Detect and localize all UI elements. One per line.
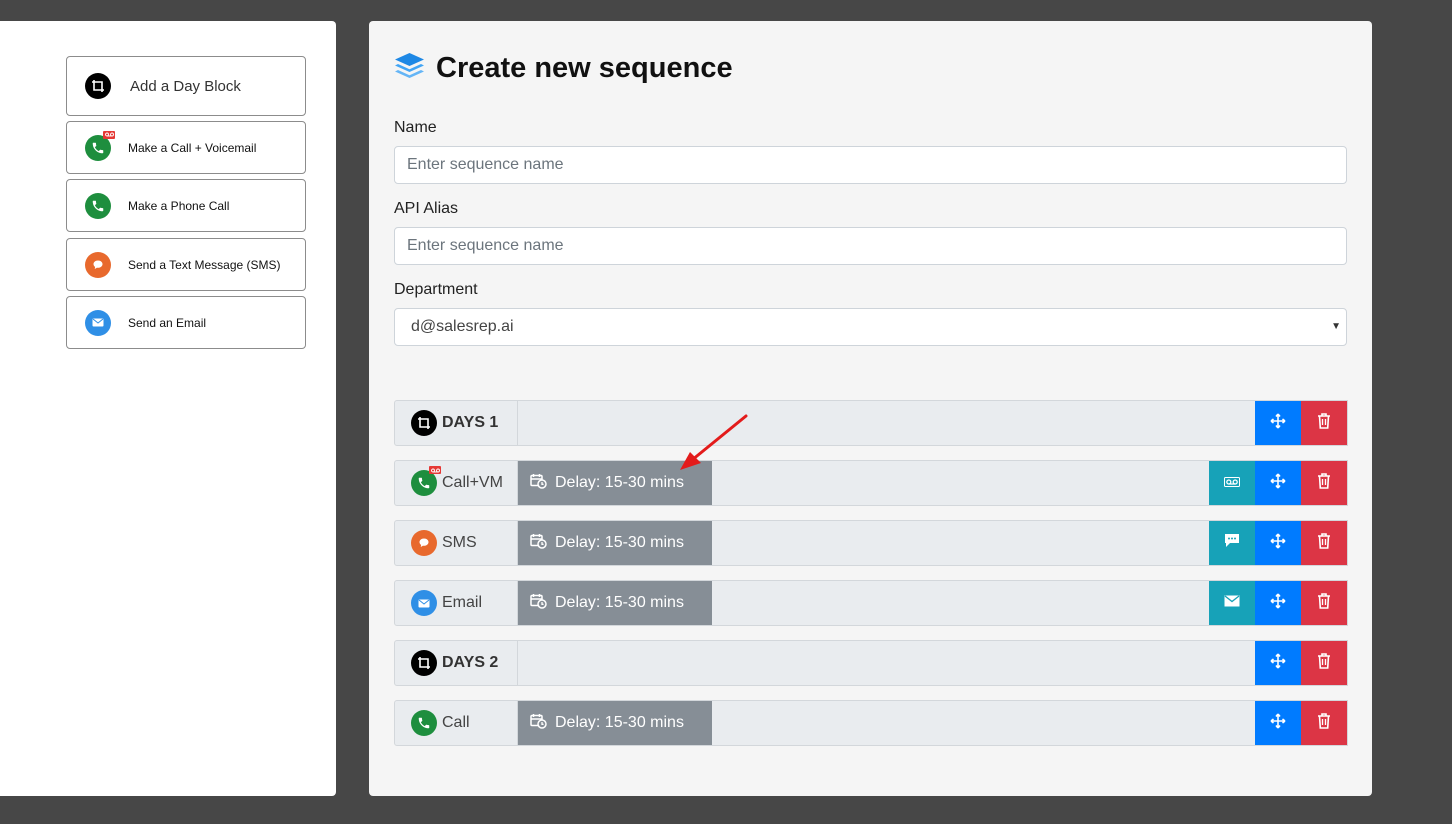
department-selected-value: d@salesrep.ai (411, 318, 514, 335)
delete-button[interactable] (1301, 521, 1347, 565)
row-header: Email (395, 581, 518, 625)
delay-text: Delay: 15-30 mins (555, 714, 684, 731)
trash-icon (1317, 412, 1331, 434)
make-phone-call-button[interactable]: Make a Phone Call (66, 179, 306, 232)
department-select[interactable]: d@salesrep.ai ▼ (394, 308, 1347, 346)
voicemail-icon (1224, 474, 1240, 492)
calendar-clock-icon (530, 533, 547, 554)
phone-voicemail-icon (411, 466, 441, 496)
delete-button[interactable] (1301, 461, 1347, 505)
send-sms-label: Send a Text Message (SMS) (128, 257, 281, 272)
delay-setting[interactable]: Delay: 15-30 mins (518, 701, 712, 745)
move-button[interactable] (1255, 401, 1301, 445)
delay-text: Delay: 15-30 mins (555, 534, 684, 551)
row-header: Call (395, 701, 518, 745)
chat-bubble-icon (85, 251, 111, 278)
calendar-clock-icon (530, 713, 547, 734)
voicemail-badge-icon (103, 130, 115, 139)
phone-icon (85, 192, 111, 219)
caret-down-icon: ▼ (1331, 321, 1341, 332)
row-label: DAYS 1 (442, 414, 499, 431)
trash-icon (1317, 472, 1331, 494)
row-label: SMS (442, 534, 477, 551)
delete-button[interactable] (1301, 581, 1347, 625)
row-label: DAYS 2 (442, 654, 499, 671)
trash-icon (1317, 592, 1331, 614)
send-email-button[interactable]: Send an Email (66, 296, 306, 349)
move-arrows-icon (1270, 473, 1286, 494)
create-sequence-panel: Create new sequence Name API Alias Depar… (369, 21, 1372, 796)
row-header: DAYS 2 (395, 641, 518, 685)
send-email-label: Send an Email (128, 315, 207, 330)
delete-button[interactable] (1301, 641, 1347, 685)
voicemail-badge-icon (429, 466, 441, 474)
page-header: Create new sequence (394, 51, 733, 86)
delay-text: Delay: 15-30 mins (555, 594, 684, 611)
day-block-icon (85, 73, 111, 99)
move-arrows-icon (1270, 593, 1286, 614)
delay-setting[interactable]: Delay: 15-30 mins (518, 521, 712, 565)
add-day-block-label: Add a Day Block (130, 77, 241, 95)
trash-icon (1317, 532, 1331, 554)
name-label: Name (394, 119, 437, 136)
api-alias-input[interactable] (394, 227, 1347, 265)
row-header: Call+VM (395, 461, 518, 505)
name-input[interactable] (394, 146, 1347, 184)
phone-icon (411, 710, 437, 736)
row-header: SMS (395, 521, 518, 565)
trash-icon (1317, 712, 1331, 734)
voicemail-settings-button[interactable] (1209, 461, 1255, 505)
department-label: Department (394, 281, 478, 298)
chat-bubble-icon (1224, 533, 1240, 553)
sms-settings-button[interactable] (1209, 521, 1255, 565)
envelope-icon (411, 590, 437, 616)
sequence-row-call-vm[interactable]: Call+VM Delay: 15-30 mins (394, 460, 1348, 506)
chat-bubble-icon (411, 530, 437, 556)
make-phone-call-label: Make a Phone Call (128, 198, 230, 213)
sequence-row-day[interactable]: DAYS 1 (394, 400, 1348, 446)
delay-text: Delay: 15-30 mins (555, 474, 684, 491)
email-settings-button[interactable] (1209, 581, 1255, 625)
sequence-row-sms[interactable]: SMS Delay: 15-30 mins (394, 520, 1348, 566)
move-arrows-icon (1270, 533, 1286, 554)
phone-voicemail-icon (85, 130, 115, 161)
row-label: Call (442, 714, 470, 731)
day-block-icon (411, 650, 437, 676)
make-call-voicemail-button[interactable]: Make a Call + Voicemail (66, 121, 306, 174)
delay-setting[interactable]: Delay: 15-30 mins (518, 581, 712, 625)
envelope-icon (85, 309, 111, 336)
send-sms-button[interactable]: Send a Text Message (SMS) (66, 238, 306, 291)
api-alias-label: API Alias (394, 200, 459, 217)
step-palette: Add a Day Block Make a Call + Voicemail … (0, 21, 336, 796)
delay-setting[interactable]: Delay: 15-30 mins (518, 461, 712, 505)
envelope-icon (1224, 594, 1240, 612)
day-block-icon (411, 410, 437, 436)
page-title: Create new sequence (436, 52, 733, 84)
sequence-row-email[interactable]: Email Delay: 15-30 mins (394, 580, 1348, 626)
trash-icon (1317, 652, 1331, 674)
row-label: Email (442, 594, 483, 611)
row-header: DAYS 1 (395, 401, 518, 445)
sequence-row-day[interactable]: DAYS 2 (394, 640, 1348, 686)
layers-icon (394, 51, 425, 86)
add-day-block-button[interactable]: Add a Day Block (66, 56, 306, 116)
make-call-voicemail-label: Make a Call + Voicemail (128, 140, 257, 155)
calendar-clock-icon (530, 473, 547, 494)
delete-button[interactable] (1301, 401, 1347, 445)
move-arrows-icon (1270, 413, 1286, 434)
move-button[interactable] (1255, 581, 1301, 625)
calendar-clock-icon (530, 593, 547, 614)
sequence-row-call[interactable]: Call Delay: 15-30 mins (394, 700, 1348, 746)
move-arrows-icon (1270, 653, 1286, 674)
move-button[interactable] (1255, 641, 1301, 685)
row-label: Call+VM (442, 474, 503, 491)
move-button[interactable] (1255, 701, 1301, 745)
move-button[interactable] (1255, 461, 1301, 505)
move-arrows-icon (1270, 713, 1286, 734)
move-button[interactable] (1255, 521, 1301, 565)
delete-button[interactable] (1301, 701, 1347, 745)
